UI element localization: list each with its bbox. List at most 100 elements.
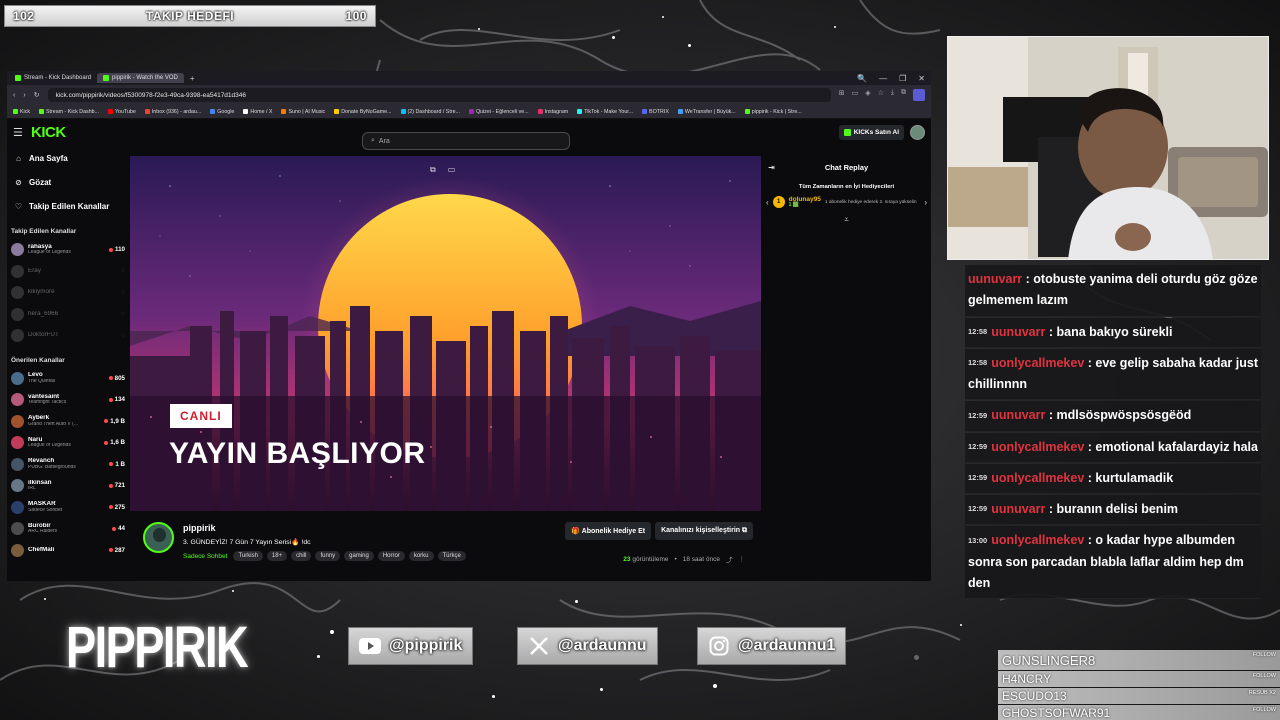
- channel-name: kikiymore: [28, 289, 55, 296]
- offline-icon: ◌: [121, 268, 125, 275]
- channel-category: The Quinfall: [28, 378, 55, 384]
- chat-message: 12:59 uonlycallmekev : emotional kafalard…: [965, 432, 1261, 463]
- bookmark-item[interactable]: YouTube: [108, 109, 136, 115]
- goal-target: 100: [345, 9, 367, 23]
- bookmark-item[interactable]: Donate ByNoGame...: [334, 109, 392, 115]
- sidebar-channel[interactable]: DoktorFUT ◌: [7, 325, 129, 347]
- channel-name: Revanch: [28, 458, 55, 465]
- new-tab-button[interactable]: +: [184, 74, 201, 83]
- overlay-chat-feed: uunuvarr : otobuste yanima deli oturdu g…: [965, 265, 1261, 600]
- search-input[interactable]: ⌕ Ara: [362, 132, 570, 150]
- maximize-button[interactable]: ❐: [899, 74, 906, 83]
- tab-pippirik-vod[interactable]: pippirik - Watch the VOD: [97, 73, 184, 83]
- sidebar-channel[interactable]: Revanch PUBG: Battlegrounds 1 B: [7, 454, 129, 476]
- user-avatar[interactable]: [910, 125, 925, 140]
- goal-current: 102: [13, 9, 35, 23]
- viewer-count: 1,9 B: [104, 418, 125, 425]
- theater-mode-icon[interactable]: ▭: [448, 165, 456, 175]
- customize-channel-button[interactable]: Kanalınızı kişiselleştirin ⧉: [655, 522, 753, 540]
- channel-name[interactable]: pippirik: [183, 523, 216, 533]
- menu-icon[interactable]: ☰: [13, 126, 31, 139]
- stream-tag[interactable]: korku: [408, 551, 434, 561]
- more-options-icon[interactable]: ⋮: [739, 555, 746, 563]
- stream-tag[interactable]: Turkish: [233, 551, 263, 561]
- sidebar-nav-compass[interactable]: ⊘ Gözat: [7, 170, 129, 194]
- stream-tag[interactable]: Horror: [377, 551, 405, 561]
- star-icon[interactable]: ☆: [878, 89, 884, 101]
- live-dot-icon: [108, 376, 113, 381]
- gifter-description: 1 abonelik hediye ederek 2. sıraya yükse…: [824, 199, 917, 205]
- bookmark-item[interactable]: Google: [210, 109, 234, 115]
- bookmark-favicon-icon: [744, 109, 750, 114]
- event-name: ESCUDO13: [1002, 689, 1067, 703]
- bookmark-item[interactable]: Stream - Kick Dashb...: [39, 109, 99, 115]
- picture-in-picture-icon[interactable]: ⧉: [430, 165, 436, 175]
- profile-extension-icon[interactable]: [913, 89, 925, 101]
- sidebar-channel[interactable]: rahasya League of Legends 110: [7, 239, 129, 261]
- prev-arrow-icon[interactable]: ‹: [766, 198, 769, 207]
- bookmark-item[interactable]: (2) Dashboard / Stre...: [400, 109, 460, 115]
- sidebar-channel[interactable]: Burobir ARC Raiders 44: [7, 518, 129, 540]
- forward-icon[interactable]: ›: [23, 92, 25, 99]
- bookmark-item[interactable]: Kick: [13, 109, 30, 115]
- back-icon[interactable]: ‹: [13, 92, 15, 99]
- minimize-button[interactable]: —: [879, 74, 887, 83]
- stream-tag[interactable]: gaming: [344, 551, 374, 561]
- channel-avatar[interactable]: [143, 522, 174, 553]
- translate-icon[interactable]: ⊞: [839, 89, 845, 101]
- bookmark-item[interactable]: TikTok - Make Your...: [577, 109, 633, 115]
- category-link[interactable]: Sadece Sohbet: [183, 553, 227, 560]
- bookmark-item[interactable]: pippirik - Kick | Stre...: [744, 109, 802, 115]
- chat-username: uonlycallmekev: [991, 439, 1085, 454]
- channel-avatar: [11, 479, 24, 493]
- shield-icon[interactable]: ◈: [865, 89, 870, 101]
- sidebar-channel[interactable]: Naru League of Legends 1,6 B: [7, 432, 129, 454]
- bookmark-favicon-icon: [677, 109, 683, 114]
- sidebar-nav-heart[interactable]: ♡ Takip Edilen Kanallar: [7, 194, 129, 218]
- sidebar-channel[interactable]: Eray ◌: [7, 261, 129, 283]
- expand-icon[interactable]: ⩡: [762, 215, 931, 225]
- live-dot-icon: [108, 483, 113, 488]
- next-arrow-icon[interactable]: ›: [924, 198, 927, 207]
- sidebar-channel[interactable]: ilkinsan IRL 721: [7, 475, 129, 497]
- bookmark-item[interactable]: Instagram: [537, 109, 568, 115]
- stream-tag[interactable]: funny: [315, 551, 341, 561]
- bookmark-item[interactable]: BOTRIX: [642, 109, 669, 115]
- sidebar-channel[interactable]: Ayberk Grand Theft Auto V (... 1,9 B: [7, 411, 129, 433]
- download-icon[interactable]: ⤓: [891, 89, 894, 101]
- sidebar-channel[interactable]: kikiymore ◌: [7, 282, 129, 304]
- youtube-icon: [359, 635, 381, 657]
- event-type: RESUB X2: [1248, 690, 1276, 696]
- bookmark-item[interactable]: Home / X: [243, 109, 272, 115]
- gift-subscription-button[interactable]: 🎁 Abonelik Hediye Et: [565, 522, 652, 540]
- search-tabs-icon[interactable]: 🔍: [857, 74, 867, 83]
- sidebar-channel[interactable]: ChefMali 287: [7, 540, 129, 562]
- sidebar-nav-home[interactable]: ⌂ Ana Sayfa: [7, 146, 129, 170]
- buy-kicks-button[interactable]: KICKs Satın Al: [838, 125, 904, 140]
- tab-kick-dashboard[interactable]: Stream - Kick Dashboard: [9, 73, 97, 83]
- stream-tag[interactable]: Türkçe: [437, 551, 466, 561]
- sidebar-channel[interactable]: vantesaint Teamfight Tactics 134: [7, 389, 129, 411]
- address-bar[interactable]: kick.com/pippirik/videos/f5300978-f2e3-4…: [47, 88, 831, 102]
- social-handle: @pippirik: [389, 637, 463, 654]
- sidebar-channel[interactable]: MASKAR Sadece Sohbet 275: [7, 497, 129, 519]
- chat-username: uonlycallmekev: [991, 355, 1085, 370]
- social-handle: @ardaunnu: [558, 637, 647, 654]
- share-icon[interactable]: ⤴: [726, 554, 733, 564]
- sidebar-channel[interactable]: hera_6966 ◌: [7, 304, 129, 326]
- kick-logo[interactable]: KICK: [31, 124, 66, 141]
- bookmark-item[interactable]: Quizei - Eğlenceli ve...: [468, 109, 529, 115]
- screenshot-icon[interactable]: ▭: [852, 89, 859, 101]
- reload-icon[interactable]: ↻: [34, 91, 40, 99]
- extensions-icon[interactable]: ⧉: [901, 89, 906, 101]
- video-player[interactable]: ⧉ ▭ CANLI YAYIN BAŞLIYOR: [130, 156, 761, 511]
- bookmark-item[interactable]: Suno | AI Music: [281, 109, 325, 115]
- stream-tag[interactable]: chill: [291, 551, 312, 561]
- bookmark-item[interactable]: Inbox (936) - ardau...: [144, 109, 201, 115]
- stream-tag[interactable]: 18+: [266, 551, 288, 561]
- sidebar-channel[interactable]: Levo The Quinfall 805: [7, 368, 129, 390]
- bookmark-item[interactable]: WeTransfer | Büyük...: [677, 109, 736, 115]
- close-window-button[interactable]: ✕: [918, 74, 925, 83]
- collapse-chat-icon[interactable]: ⇥: [768, 163, 775, 172]
- chat-text: bana bakıyo sürekli: [1056, 324, 1173, 339]
